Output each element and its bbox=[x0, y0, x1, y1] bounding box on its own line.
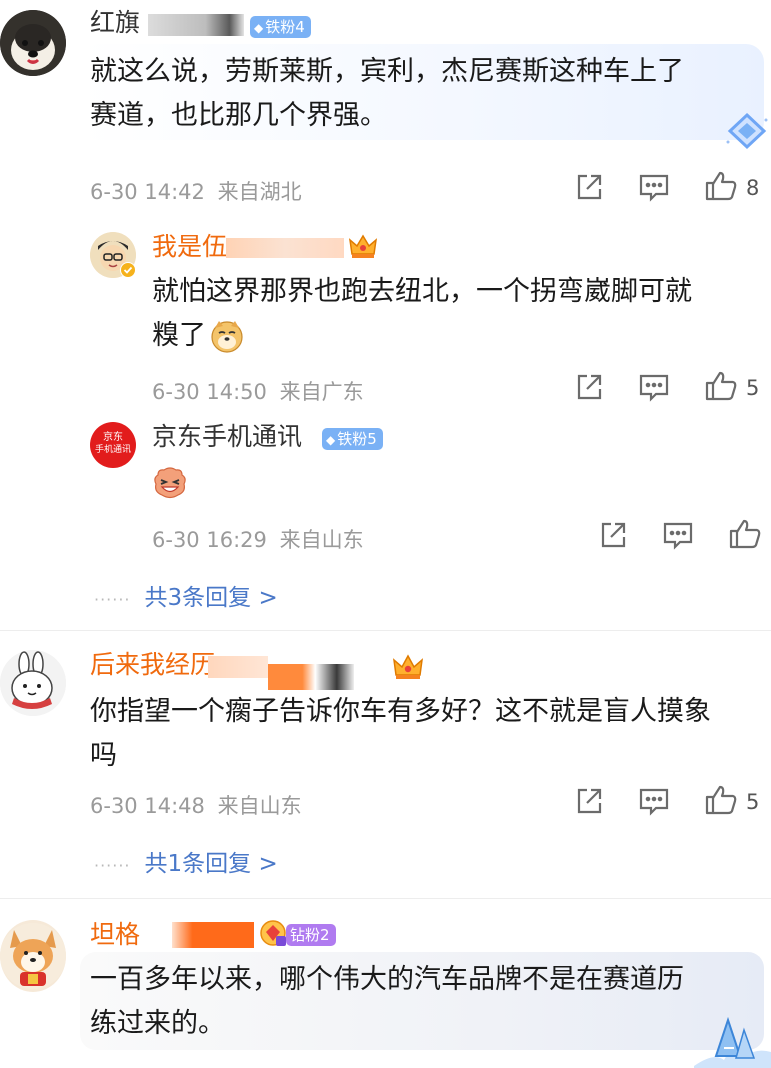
like-icon[interactable] bbox=[704, 784, 738, 816]
crown-icon bbox=[348, 232, 378, 260]
censor-block bbox=[208, 656, 268, 678]
ice-crystal-decoration-icon bbox=[694, 1012, 771, 1068]
like-count: 8 bbox=[746, 176, 760, 200]
avatar-jd-logo[interactable]: 京东 手机通讯 bbox=[90, 422, 136, 468]
crown-icon bbox=[392, 652, 424, 682]
reply-text: 就怕这界那界也跑去纽北，一个拐弯崴脚可就 糗了 bbox=[152, 276, 692, 353]
reply-author-name[interactable]: 京东手机通讯 bbox=[152, 422, 302, 452]
comment-text: 一百多年以来，哪个伟大的汽车品牌不是在赛道历 练过来的。 bbox=[90, 964, 684, 1039]
comment-author-name[interactable]: 坦格 bbox=[90, 920, 140, 950]
comment-meta: 6-30 14:42 来自湖北 bbox=[90, 180, 302, 204]
censor-block bbox=[172, 922, 254, 948]
reply-author-name[interactable]: 我是伍 bbox=[152, 232, 227, 262]
diamond-icon: ◆ bbox=[326, 433, 336, 447]
avatar-shiba[interactable] bbox=[0, 10, 66, 76]
comment-divider bbox=[0, 630, 771, 631]
view-more-replies-link[interactable]: ······ 共3条回复 > bbox=[94, 578, 278, 612]
share-icon[interactable] bbox=[574, 172, 604, 202]
laugh-emoji bbox=[152, 466, 188, 500]
comment-icon[interactable] bbox=[638, 786, 670, 816]
comment-icon[interactable] bbox=[638, 372, 670, 402]
fan-badge[interactable]: 钻粉2 bbox=[286, 924, 336, 946]
reply-meta: 6-30 14:50 来自广东 bbox=[152, 380, 364, 404]
comment-icon[interactable] bbox=[662, 520, 694, 550]
comment-divider bbox=[0, 898, 771, 899]
comment-meta: 6-30 14:48 来自山东 bbox=[90, 794, 302, 818]
comment-author-name[interactable]: 红旗 bbox=[90, 8, 140, 38]
doge-emoji bbox=[210, 319, 244, 353]
avatar-white-rabbit[interactable] bbox=[0, 650, 66, 716]
share-icon[interactable] bbox=[574, 786, 604, 816]
comment-text: 就这么说，劳斯莱斯，宾利，杰尼赛斯这种车上了 赛道，也比那几个界强。 bbox=[90, 56, 684, 131]
comment-icon[interactable] bbox=[638, 172, 670, 202]
reply-meta: 6-30 16:29 来自山东 bbox=[152, 528, 364, 552]
fan-badge[interactable]: ◆ 铁粉5 bbox=[322, 428, 383, 450]
avatar-corgi[interactable] bbox=[0, 920, 66, 992]
comment-text: 你指望一个瘸子告诉你车有多好？这不就是盲人摸象 吗 bbox=[90, 696, 711, 771]
comment-author-name[interactable]: 后来我经历 bbox=[90, 650, 215, 680]
like-count: 5 bbox=[746, 790, 760, 814]
like-icon[interactable] bbox=[728, 518, 762, 550]
like-icon[interactable] bbox=[704, 370, 738, 402]
fan-badge[interactable]: ◆ 铁粉4 bbox=[250, 16, 311, 38]
diamond-decoration-icon bbox=[724, 112, 770, 150]
diamond-fan-icon bbox=[258, 918, 288, 948]
like-count: 5 bbox=[746, 376, 760, 400]
view-more-replies-link[interactable]: ······ 共1条回复 > bbox=[94, 844, 278, 878]
verified-icon bbox=[120, 262, 136, 278]
share-icon[interactable] bbox=[598, 520, 628, 550]
like-icon[interactable] bbox=[704, 170, 738, 202]
censor-block bbox=[268, 664, 354, 690]
share-icon[interactable] bbox=[574, 372, 604, 402]
censor-block bbox=[226, 238, 344, 258]
diamond-icon: ◆ bbox=[254, 21, 264, 35]
censor-block bbox=[148, 14, 244, 36]
